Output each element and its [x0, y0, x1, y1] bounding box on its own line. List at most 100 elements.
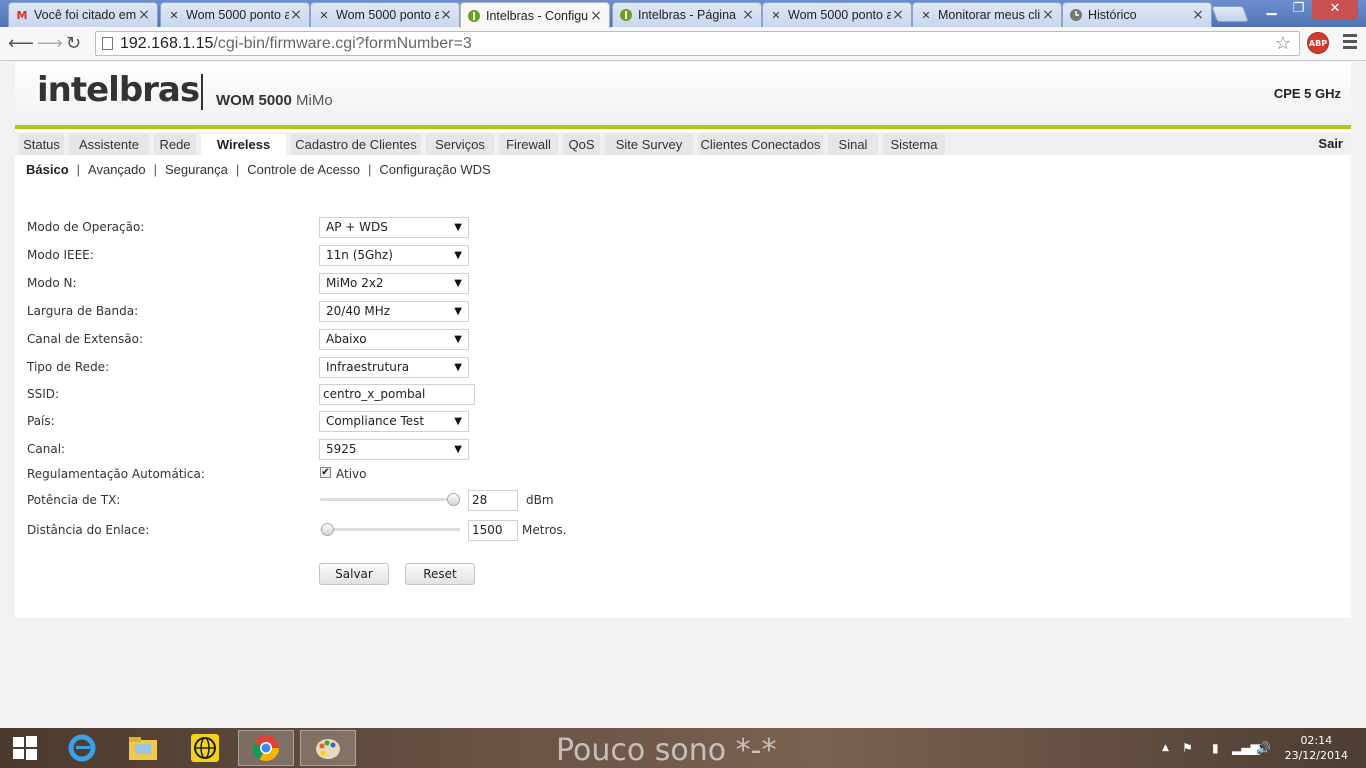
- back-icon[interactable]: ⟵: [8, 33, 34, 54]
- browser-tab[interactable]: ✕ Monitorar meus cli ×: [912, 2, 1062, 27]
- nav-sistema[interactable]: Sistema: [883, 134, 945, 155]
- chrome-menu-icon[interactable]: [1343, 34, 1357, 52]
- select-value: 20/40 MHz: [326, 304, 391, 318]
- select-tipo-rede[interactable]: Infraestrutura ▼: [319, 357, 469, 378]
- nav-cadastro-clientes[interactable]: Cadastro de Clientes: [291, 134, 421, 155]
- dropdown-arrow-icon: ▼: [454, 306, 462, 317]
- browser-tab[interactable]: ✕ Wom 5000 ponto a ×: [762, 2, 912, 27]
- reload-icon[interactable]: ↻: [66, 33, 81, 54]
- x-icon: ✕: [169, 8, 179, 22]
- file-explorer-icon[interactable]: [115, 730, 171, 766]
- subnav-configuracao-wds[interactable]: Configuração WDS: [379, 162, 490, 177]
- nav-site-survey[interactable]: Site Survey: [605, 134, 693, 155]
- select-modo-operacao[interactable]: AP + WDS ▼: [319, 217, 469, 238]
- potencia-input[interactable]: 28: [468, 490, 518, 511]
- main-nav: Status Assistente Rede Wireless Cadastro…: [15, 132, 1351, 155]
- network-globe-icon[interactable]: [177, 730, 233, 766]
- nav-firewall[interactable]: Firewall: [499, 134, 558, 155]
- nav-rede[interactable]: Rede: [154, 134, 196, 155]
- subnav-avancado[interactable]: Avançado: [88, 162, 146, 177]
- tab-title: Intelbras - Página: [638, 8, 736, 22]
- nav-wireless[interactable]: Wireless: [201, 134, 286, 155]
- close-tab-icon[interactable]: ×: [1191, 7, 1205, 23]
- minimize-icon[interactable]: ▁: [1258, 0, 1285, 20]
- action-center-flag-icon[interactable]: ⚑: [1182, 741, 1193, 755]
- label-largura-banda: Largura de Banda:: [27, 304, 139, 318]
- close-tab-icon[interactable]: ×: [589, 8, 603, 24]
- label-ssid: SSID:: [27, 387, 60, 401]
- paint-icon[interactable]: [300, 730, 356, 766]
- select-value: MiMo 2x2: [326, 276, 384, 290]
- close-tab-icon[interactable]: ×: [289, 7, 303, 23]
- browser-tab[interactable]: Histórico ×: [1062, 2, 1212, 27]
- close-tab-icon[interactable]: ×: [891, 7, 905, 23]
- tab-title: Wom 5000 ponto a: [336, 8, 439, 22]
- ssid-input[interactable]: centro_x_pombal: [319, 384, 475, 405]
- subnav-seguranca[interactable]: Segurança: [165, 162, 228, 177]
- browser-tab[interactable]: ✕ Wom 5000 ponto a ×: [160, 2, 310, 27]
- intelbras-icon: [619, 8, 633, 22]
- nav-assistente[interactable]: Assistente: [69, 134, 149, 155]
- save-button[interactable]: Salvar: [319, 563, 389, 585]
- page: intelbras WOM 5000 MiMo CPE 5 GHz Status…: [0, 62, 1366, 728]
- nav-status[interactable]: Status: [19, 134, 64, 155]
- bookmark-star-icon[interactable]: ☆: [1275, 32, 1291, 55]
- potencia-slider-handle[interactable]: [447, 493, 460, 506]
- restore-icon[interactable]: ❐: [1285, 0, 1312, 20]
- internet-explorer-icon[interactable]: [54, 730, 110, 766]
- reset-button[interactable]: Reset: [405, 563, 475, 585]
- volume-icon[interactable]: 🔊: [1256, 741, 1271, 755]
- logout-link[interactable]: Sair: [1318, 136, 1343, 151]
- x-icon: ✕: [771, 8, 781, 22]
- select-value: Compliance Test: [326, 414, 425, 428]
- distancia-input[interactable]: 1500: [468, 520, 518, 541]
- nav-clientes-conectados[interactable]: Clientes Conectados: [698, 134, 823, 155]
- tab-title: Intelbras - Configu: [486, 8, 589, 23]
- forward-icon[interactable]: ⟶: [37, 33, 63, 54]
- close-tab-icon[interactable]: ×: [439, 7, 453, 23]
- tab-title: Wom 5000 ponto a: [788, 8, 891, 22]
- subnav-separator: |: [368, 162, 372, 177]
- select-pais[interactable]: Compliance Test ▼: [319, 411, 469, 432]
- clock-date: 23/12/2014: [1284, 749, 1348, 762]
- distancia-slider-handle[interactable]: [321, 523, 334, 536]
- nav-qos[interactable]: QoS: [563, 134, 600, 155]
- new-tab-button[interactable]: [1211, 6, 1249, 22]
- nav-servicos[interactable]: Serviços: [426, 134, 494, 155]
- address-bar[interactable]: 192.168.1.15/cgi-bin/firmware.cgi?formNu…: [95, 31, 1300, 56]
- subnav-separator: |: [235, 162, 240, 177]
- label-potencia-tx: Potência de TX:: [27, 493, 121, 507]
- subnav-basico[interactable]: Básico: [26, 162, 69, 177]
- start-button[interactable]: [0, 730, 50, 766]
- close-tab-icon[interactable]: ×: [1041, 7, 1055, 23]
- browser-tab-active[interactable]: Intelbras - Configu ×: [460, 2, 610, 28]
- label-regulamentacao: Regulamentação Automática:: [27, 467, 205, 481]
- select-modo-n[interactable]: MiMo 2x2 ▼: [319, 273, 469, 294]
- adblock-plus-icon[interactable]: ABP: [1307, 32, 1329, 54]
- select-value: Infraestrutura: [326, 360, 410, 374]
- browser-tab[interactable]: ✕ Wom 5000 ponto a ×: [310, 2, 460, 27]
- dropdown-arrow-icon: ▼: [454, 416, 462, 427]
- select-modo-ieee[interactable]: 11n (5Ghz) ▼: [319, 245, 469, 266]
- accent-bar: [15, 125, 1351, 129]
- close-tab-icon[interactable]: ×: [137, 7, 151, 23]
- close-window-icon[interactable]: ✕: [1312, 0, 1358, 20]
- chrome-icon[interactable]: [238, 730, 294, 766]
- regulamentacao-checkbox[interactable]: ✔: [320, 467, 331, 478]
- nav-sinal[interactable]: Sinal: [828, 134, 878, 155]
- battery-icon[interactable]: ▮: [1212, 741, 1219, 755]
- browser-tab[interactable]: M Você foi citado em ×: [8, 2, 158, 27]
- potencia-slider-track[interactable]: [320, 498, 460, 501]
- x-icon: ✕: [319, 8, 329, 22]
- clock[interactable]: 02:14 23/12/2014: [1285, 733, 1348, 763]
- subnav-controle-acesso[interactable]: Controle de Acesso: [247, 162, 360, 177]
- distancia-slider-track[interactable]: [320, 528, 460, 531]
- show-hidden-icons-icon[interactable]: ▲: [1162, 743, 1169, 753]
- browser-tab[interactable]: Intelbras - Página ×: [612, 2, 762, 27]
- select-canal[interactable]: 5925 ▼: [319, 439, 469, 460]
- close-tab-icon[interactable]: ×: [741, 7, 755, 23]
- select-largura-banda[interactable]: 20/40 MHz ▼: [319, 301, 469, 322]
- url-host: 192.168.1.15: [120, 35, 214, 52]
- url-path: /cgi-bin/firmware.cgi?formNumber=3: [213, 35, 472, 52]
- select-canal-extensao[interactable]: Abaixo ▼: [319, 329, 469, 350]
